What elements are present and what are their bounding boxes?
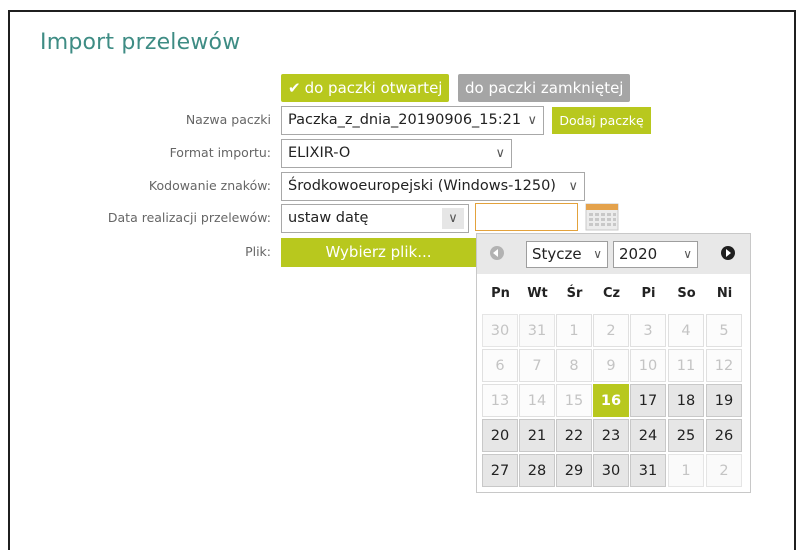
calendar-day: 13	[482, 384, 518, 417]
package-name-value: Paczka_z_dnia_20190906_15:21	[288, 112, 522, 128]
chevron-down-icon: ∨	[593, 247, 602, 261]
calendar-day: 10	[630, 349, 666, 382]
calendar-day[interactable]: 22	[556, 419, 592, 452]
weekday-label: Cz	[602, 286, 621, 301]
import-format-select[interactable]: ELIXIR-O ∨	[281, 139, 512, 168]
calendar-day[interactable]: 28	[519, 454, 555, 487]
calendar-day[interactable]: 25	[668, 419, 704, 452]
encoding-value: Środkowoeuropejski (Windows-1250)	[288, 178, 556, 194]
calendar-day: 1	[556, 314, 592, 347]
calendar-day[interactable]: 29	[556, 454, 592, 487]
execution-date-input[interactable]	[475, 203, 578, 231]
check-icon: ✔	[288, 79, 301, 97]
calendar-day[interactable]: 31	[630, 454, 666, 487]
import-to-closed-package-button[interactable]: do paczki zamkniętej	[458, 74, 631, 102]
calendar-day[interactable]: 27	[482, 454, 518, 487]
file-label: Plik:	[245, 244, 271, 259]
weekday-label: Śr	[566, 286, 583, 301]
package-name-label: Nazwa paczki	[185, 112, 271, 127]
calendar-day: 3	[630, 314, 666, 347]
calendar-day: 5	[706, 314, 742, 347]
encoding-label: Kodowanie znaków:	[148, 178, 271, 193]
calendar-day: 11	[668, 349, 704, 382]
calendar-day: 9	[593, 349, 629, 382]
prev-month-icon[interactable]	[490, 246, 504, 260]
chevron-down-icon: ∨	[442, 208, 464, 229]
calendar-day[interactable]: 19	[706, 384, 742, 417]
calendar-day: 1	[668, 454, 704, 487]
import-to-open-package-button[interactable]: ✔ do paczki otwartej	[281, 74, 450, 102]
calendar-day[interactable]: 23	[593, 419, 629, 452]
weekday-label: Pn	[491, 286, 510, 301]
encoding-select[interactable]: Środkowoeuropejski (Windows-1250) ∨	[281, 172, 585, 201]
calendar-day: 8	[556, 349, 592, 382]
calendar-day: 15	[556, 384, 592, 417]
calendar-day[interactable]: 18	[668, 384, 704, 417]
next-month-icon[interactable]	[721, 246, 735, 260]
date-picker-header: Stycze ∨ 2020 ∨	[477, 234, 750, 274]
calendar-icon[interactable]	[585, 201, 619, 231]
calendar-day[interactable]: 17	[630, 384, 666, 417]
calendar-day[interactable]: 30	[593, 454, 629, 487]
import-format-value: ELIXIR-O	[288, 145, 351, 161]
date-mode-value: ustaw datę	[288, 210, 369, 226]
weekday-label: Wt	[527, 286, 548, 301]
weekday-label: Pi	[641, 286, 656, 301]
calendar-day: 12	[706, 349, 742, 382]
calendar-day: 30	[482, 314, 518, 347]
date-mode-select[interactable]: ustaw datę ∨	[281, 204, 469, 233]
add-package-button[interactable]: Dodaj paczkę	[552, 107, 651, 134]
calendar-day: 2	[593, 314, 629, 347]
calendar-day: 4	[668, 314, 704, 347]
chevron-down-icon: ∨	[527, 113, 537, 128]
calendar-day: 14	[519, 384, 555, 417]
month-value: Stycze	[532, 245, 582, 263]
page-title: Import przelewów	[40, 30, 241, 55]
chevron-down-icon: ∨	[683, 247, 692, 261]
chevron-down-icon: ∨	[495, 146, 505, 161]
month-select[interactable]: Stycze ∨	[526, 241, 608, 268]
execution-date-label: Data realizacji przelewów:	[107, 210, 271, 225]
chevron-down-icon: ∨	[568, 179, 578, 194]
calendar-day: 2	[706, 454, 742, 487]
calendar-day-selected[interactable]: 16	[593, 384, 629, 417]
weekday-label: Ni	[716, 286, 733, 301]
open-package-label: do paczki otwartej	[304, 79, 443, 97]
weekday-label: So	[677, 286, 696, 301]
year-value: 2020	[619, 245, 658, 263]
calendar-day[interactable]: 26	[706, 419, 742, 452]
calendar-day: 31	[519, 314, 555, 347]
package-name-select[interactable]: Paczka_z_dnia_20190906_15:21 ∨	[281, 106, 544, 135]
import-format-label: Format importu:	[169, 145, 271, 160]
closed-package-label: do paczki zamkniętej	[465, 79, 624, 97]
calendar-day[interactable]: 24	[630, 419, 666, 452]
calendar-day[interactable]: 21	[519, 419, 555, 452]
choose-file-button[interactable]: Wybierz plik...	[281, 238, 476, 267]
year-select[interactable]: 2020 ∨	[613, 241, 698, 268]
calendar-day[interactable]: 20	[482, 419, 518, 452]
date-picker-popup: Stycze ∨ 2020 ∨ Pn Wt Śr Cz Pi So Ni 30 31 1 2 3 4 5…	[476, 233, 751, 493]
calendar-day: 6	[482, 349, 518, 382]
calendar-day: 7	[519, 349, 555, 382]
